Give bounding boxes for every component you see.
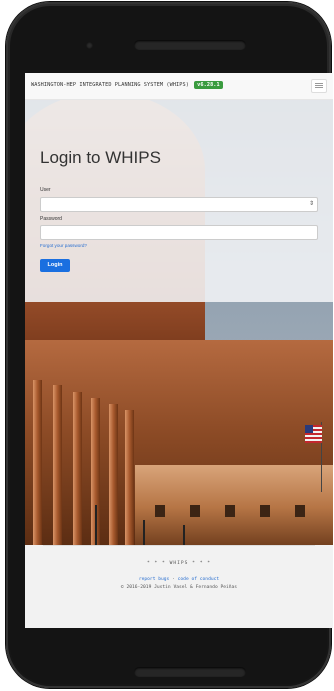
code-of-conduct-link[interactable]: code of conduct: [178, 577, 220, 582]
hamburger-icon-bar: [315, 85, 323, 86]
footer-divider: [43, 545, 315, 546]
window: [260, 505, 270, 517]
phone-screen: WASHINGTON-HEP INTEGRATED PLANNING SYSTE…: [25, 73, 333, 628]
page-footer: * * * WHIPS * * * report bugs · code of …: [25, 545, 333, 628]
page-title: Login to WHIPS: [40, 148, 161, 167]
lamp-post: [95, 505, 97, 545]
column: [53, 385, 62, 545]
select-caret-icon: ⇕: [308, 201, 314, 207]
window: [295, 505, 305, 517]
speaker-grille-bottom: [134, 667, 246, 677]
window: [190, 505, 200, 517]
footer-links: report bugs · code of conduct: [25, 577, 333, 582]
footer-title: * * * WHIPS * * *: [146, 561, 212, 566]
column: [73, 392, 82, 545]
hamburger-icon-bar: [315, 87, 323, 88]
user-label: User: [40, 187, 51, 193]
copyright-text: © 2016-2019 Justin Vasel & Fernando Peiñ…: [120, 585, 238, 590]
app-brand-link[interactable]: WASHINGTON-HEP INTEGRATED PLANNING SYSTE…: [31, 81, 223, 89]
speaker-grille-top: [134, 40, 246, 50]
column: [33, 380, 42, 545]
report-bugs-link[interactable]: report bugs: [139, 577, 169, 582]
window: [155, 505, 165, 517]
login-button[interactable]: Login: [40, 259, 70, 272]
top-navbar: WASHINGTON-HEP INTEGRATED PLANNING SYSTE…: [25, 73, 333, 100]
user-select[interactable]: ⇕: [40, 197, 318, 212]
lamp-post: [143, 520, 145, 545]
lamp-post: [183, 525, 185, 545]
window: [225, 505, 235, 517]
version-badge: v6.28.1: [194, 81, 223, 89]
camera-icon: [86, 42, 93, 49]
password-label: Password: [40, 216, 62, 222]
forgot-password-link[interactable]: Forgot your password?: [40, 243, 87, 248]
hamburger-menu-button[interactable]: [311, 79, 327, 93]
footer-separator: ·: [172, 577, 175, 582]
column: [109, 404, 118, 545]
password-field[interactable]: [40, 225, 318, 240]
hamburger-icon-bar: [315, 83, 323, 84]
column: [125, 410, 134, 545]
app-brand-title: WASHINGTON-HEP INTEGRATED PLANNING SYSTE…: [31, 82, 189, 88]
capitol-wing: [135, 465, 333, 545]
us-flag-icon: [305, 425, 322, 443]
